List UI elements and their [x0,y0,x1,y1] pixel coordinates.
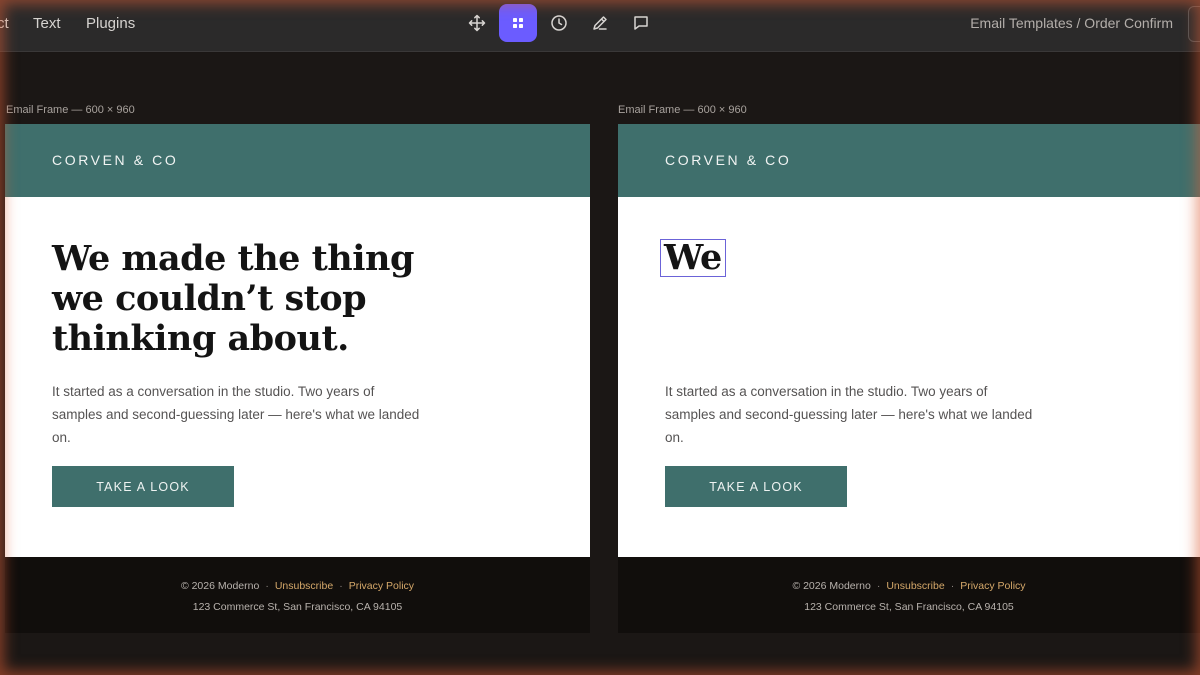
footer-copyright: © 2026 Moderno [792,580,871,592]
email-headline[interactable]: We made the thing we couldn’t stop think… [52,239,432,359]
pen-icon [593,16,607,30]
move-icon [468,14,486,32]
comment-icon [634,16,648,30]
email-headline-selected[interactable]: We [660,239,726,277]
unsubscribe-link[interactable]: Unsubscribe [275,580,333,592]
cta-button[interactable]: TAKE A LOOK [52,466,234,507]
privacy-policy-link[interactable]: Privacy Policy [960,580,1025,592]
privacy-policy-link[interactable]: Privacy Policy [349,580,414,592]
email-body-text[interactable]: It started as a conversation in the stud… [665,380,1035,449]
footer-links: © 2026 Moderno · Unsubscribe · Privacy Polic… [180,580,415,592]
cta-button[interactable]: TAKE A LOOK [665,466,847,507]
email-frame[interactable]: CORVEN & CO We made the thing we couldn’… [5,124,590,633]
menu-plugins[interactable]: Plugins [86,15,135,32]
frame-label[interactable]: Email Frame — 600 × 960 [6,104,135,116]
email-header[interactable]: CORVEN & CO [618,124,1200,197]
email-body[interactable]: We It started as a conversation in the s… [618,197,1200,557]
footer-address: 123 Commerce St, San Francisco, CA 94105 [804,601,1014,613]
footer-address: 123 Commerce St, San Francisco, CA 94105 [192,601,403,613]
frame-label[interactable]: Email Frame — 600 × 960 [618,104,747,116]
brand-logo-text[interactable]: CORVEN & CO [665,152,791,168]
email-footer[interactable]: © 2026 Moderno · Unsubscribe · Privacy Polic… [618,557,1200,633]
move-tool-button[interactable] [458,4,496,42]
footer-copyright: © 2026 Moderno [180,580,260,592]
clock-icon [551,15,567,31]
email-body-text[interactable]: It started as a conversation in the stud… [52,380,422,449]
email-header[interactable]: CORVEN & CO [5,124,590,197]
breadcrumb[interactable]: Email Templates / Order Confirm [970,15,1173,31]
comment-tool-button[interactable] [622,4,660,42]
unsubscribe-link[interactable]: Unsubscribe [886,580,944,592]
menu-select[interactable]: ct [0,15,9,32]
email-frame[interactable]: CORVEN & CO We It started as a conversat… [618,124,1200,633]
email-footer[interactable]: © 2026 Moderno · Unsubscribe · Privacy Polic… [5,557,590,633]
footer-links: © 2026 Moderno · Unsubscribe · Privacy Polic… [792,580,1026,592]
frame-grid-icon [513,18,523,28]
pen-tool-button[interactable] [581,4,619,42]
menu-text[interactable]: Text [33,15,61,32]
email-body[interactable]: We made the thing we couldn’t stop think… [5,197,590,557]
top-toolbar: ct Text Plugins Email Templates / Order … [0,0,1200,52]
frame-tool-button[interactable] [499,4,537,42]
history-tool-button[interactable] [540,4,578,42]
brand-logo-text[interactable]: CORVEN & CO [52,152,178,168]
toolbar-corner-button[interactable] [1188,6,1200,42]
